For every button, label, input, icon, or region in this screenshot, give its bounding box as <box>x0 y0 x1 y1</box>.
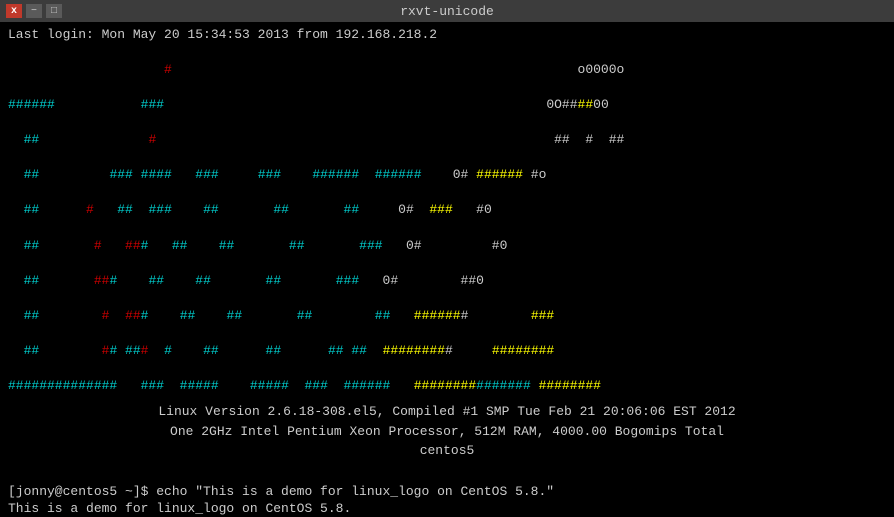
title-bar-buttons[interactable]: x − □ <box>6 4 62 18</box>
logo-row-5: ## # ## ### ## ## ## 0# ### #0 <box>8 184 886 219</box>
minimize-button[interactable]: − <box>26 4 42 18</box>
info-block: Linux Version 2.6.18-308.el5, Compiled #… <box>8 402 886 461</box>
title-bar: x − □ rxvt-unicode <box>0 0 894 22</box>
login-line: Last login: Mon May 20 15:34:53 2013 fro… <box>8 26 886 44</box>
close-button[interactable]: x <box>6 4 22 18</box>
maximize-button[interactable]: □ <box>46 4 62 18</box>
logo-row-8: ## # ### ## ## ## ## ####### ### <box>8 289 886 324</box>
logo-row-6: ## # ### ## ## ## ### 0# #0 <box>8 219 886 254</box>
terminal[interactable]: Last login: Mon May 20 15:34:53 2013 fro… <box>0 22 894 517</box>
info-line3: centos5 <box>8 441 886 461</box>
logo-area: # o0000o ###### ### 0O####00 ## # <box>8 44 886 395</box>
logo-row-2: ###### ### 0O####00 <box>8 79 886 114</box>
window-title: rxvt-unicode <box>400 4 494 19</box>
output-line: This is a demo for linux_logo on CentOS … <box>8 500 886 517</box>
info-line1: Linux Version 2.6.18-308.el5, Compiled #… <box>8 402 886 422</box>
logo-row-3: ## # ## # ## <box>8 114 886 149</box>
logo-row-4: ## ### #### ### ### ###### ###### 0# ###… <box>8 149 886 184</box>
blank-line <box>8 465 886 483</box>
logo-row-10: ############## ### ##### ##### ### #####… <box>8 359 886 394</box>
command-line: [jonny@centos5 ~]$ echo "This is a demo … <box>8 483 886 501</box>
logo-row-1: # o0000o <box>8 44 886 79</box>
logo-row-9: ## ## ### # ## ## ## ## ######### ######… <box>8 324 886 359</box>
info-line2: One 2GHz Intel Pentium Xeon Processor, 5… <box>8 422 886 442</box>
logo-row-7: ## ### ## ## ## ### 0# ##0 <box>8 254 886 289</box>
